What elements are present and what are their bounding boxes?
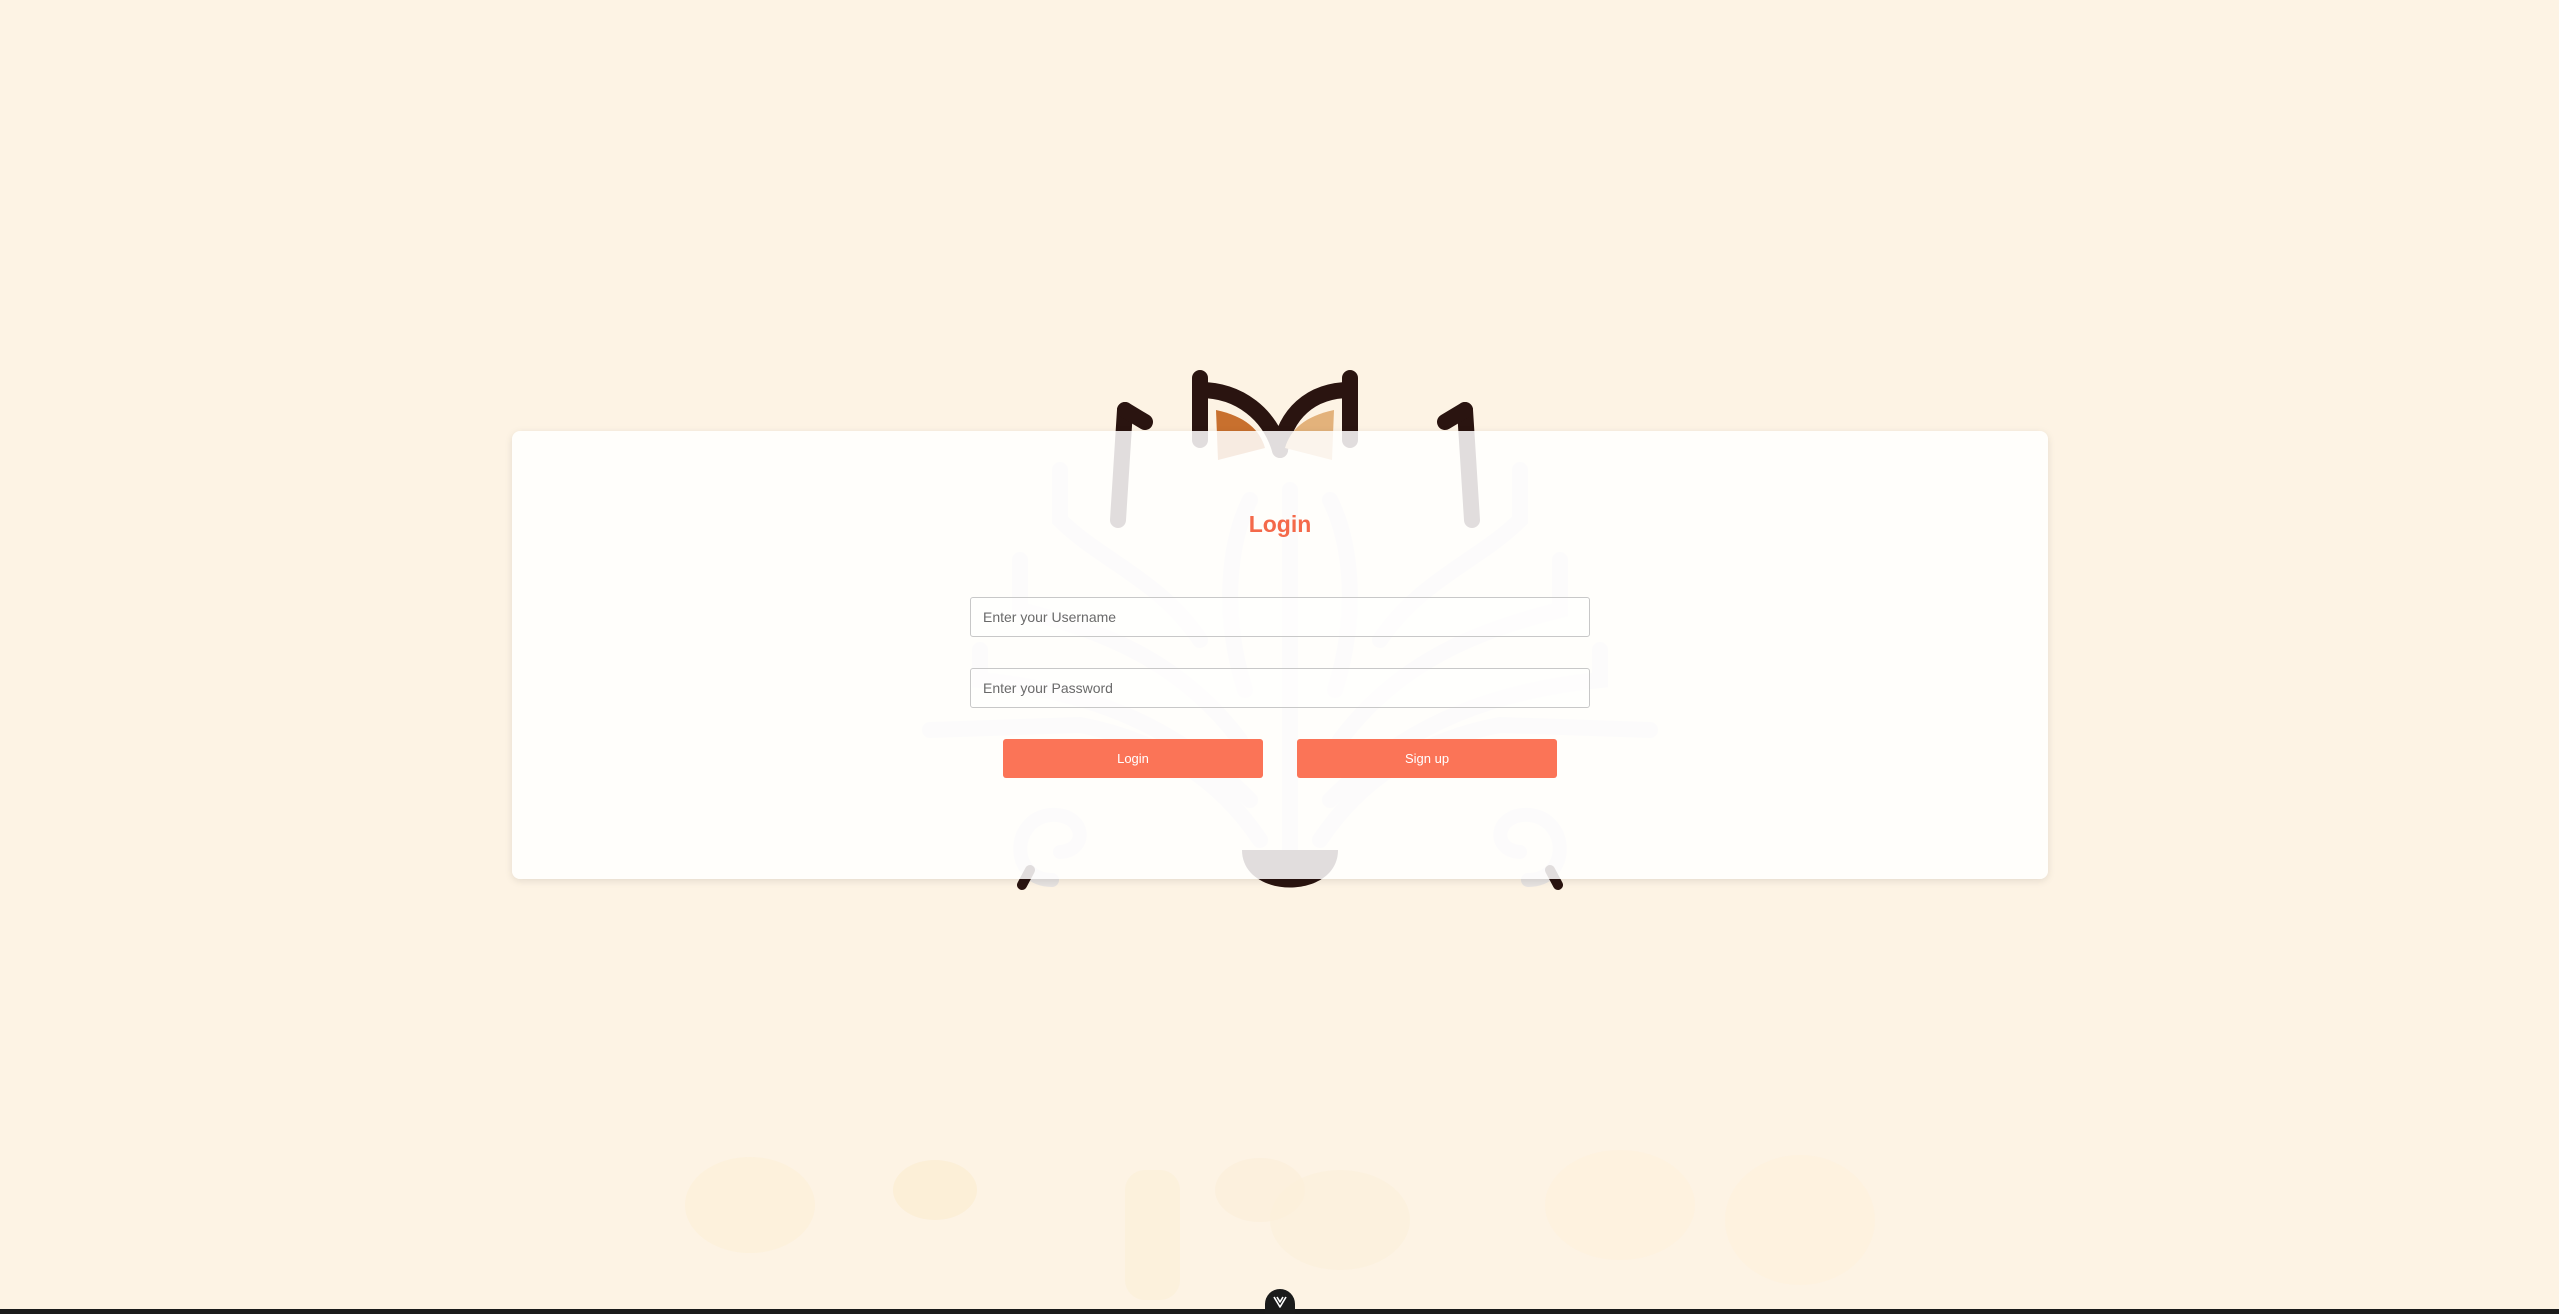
background-decoration	[685, 1150, 1875, 1300]
vue-devtools-icon	[1273, 1296, 1287, 1308]
login-button[interactable]: Login	[1003, 739, 1263, 778]
username-input[interactable]	[970, 597, 1590, 637]
vue-devtools-toggle[interactable]	[1265, 1289, 1295, 1314]
signup-button[interactable]: Sign up	[1297, 739, 1557, 778]
login-card: Login Login Sign up	[512, 431, 2048, 879]
login-title: Login	[1248, 511, 1312, 537]
login-page: Login Login Sign up	[0, 0, 2559, 1314]
password-input[interactable]	[970, 668, 1590, 708]
